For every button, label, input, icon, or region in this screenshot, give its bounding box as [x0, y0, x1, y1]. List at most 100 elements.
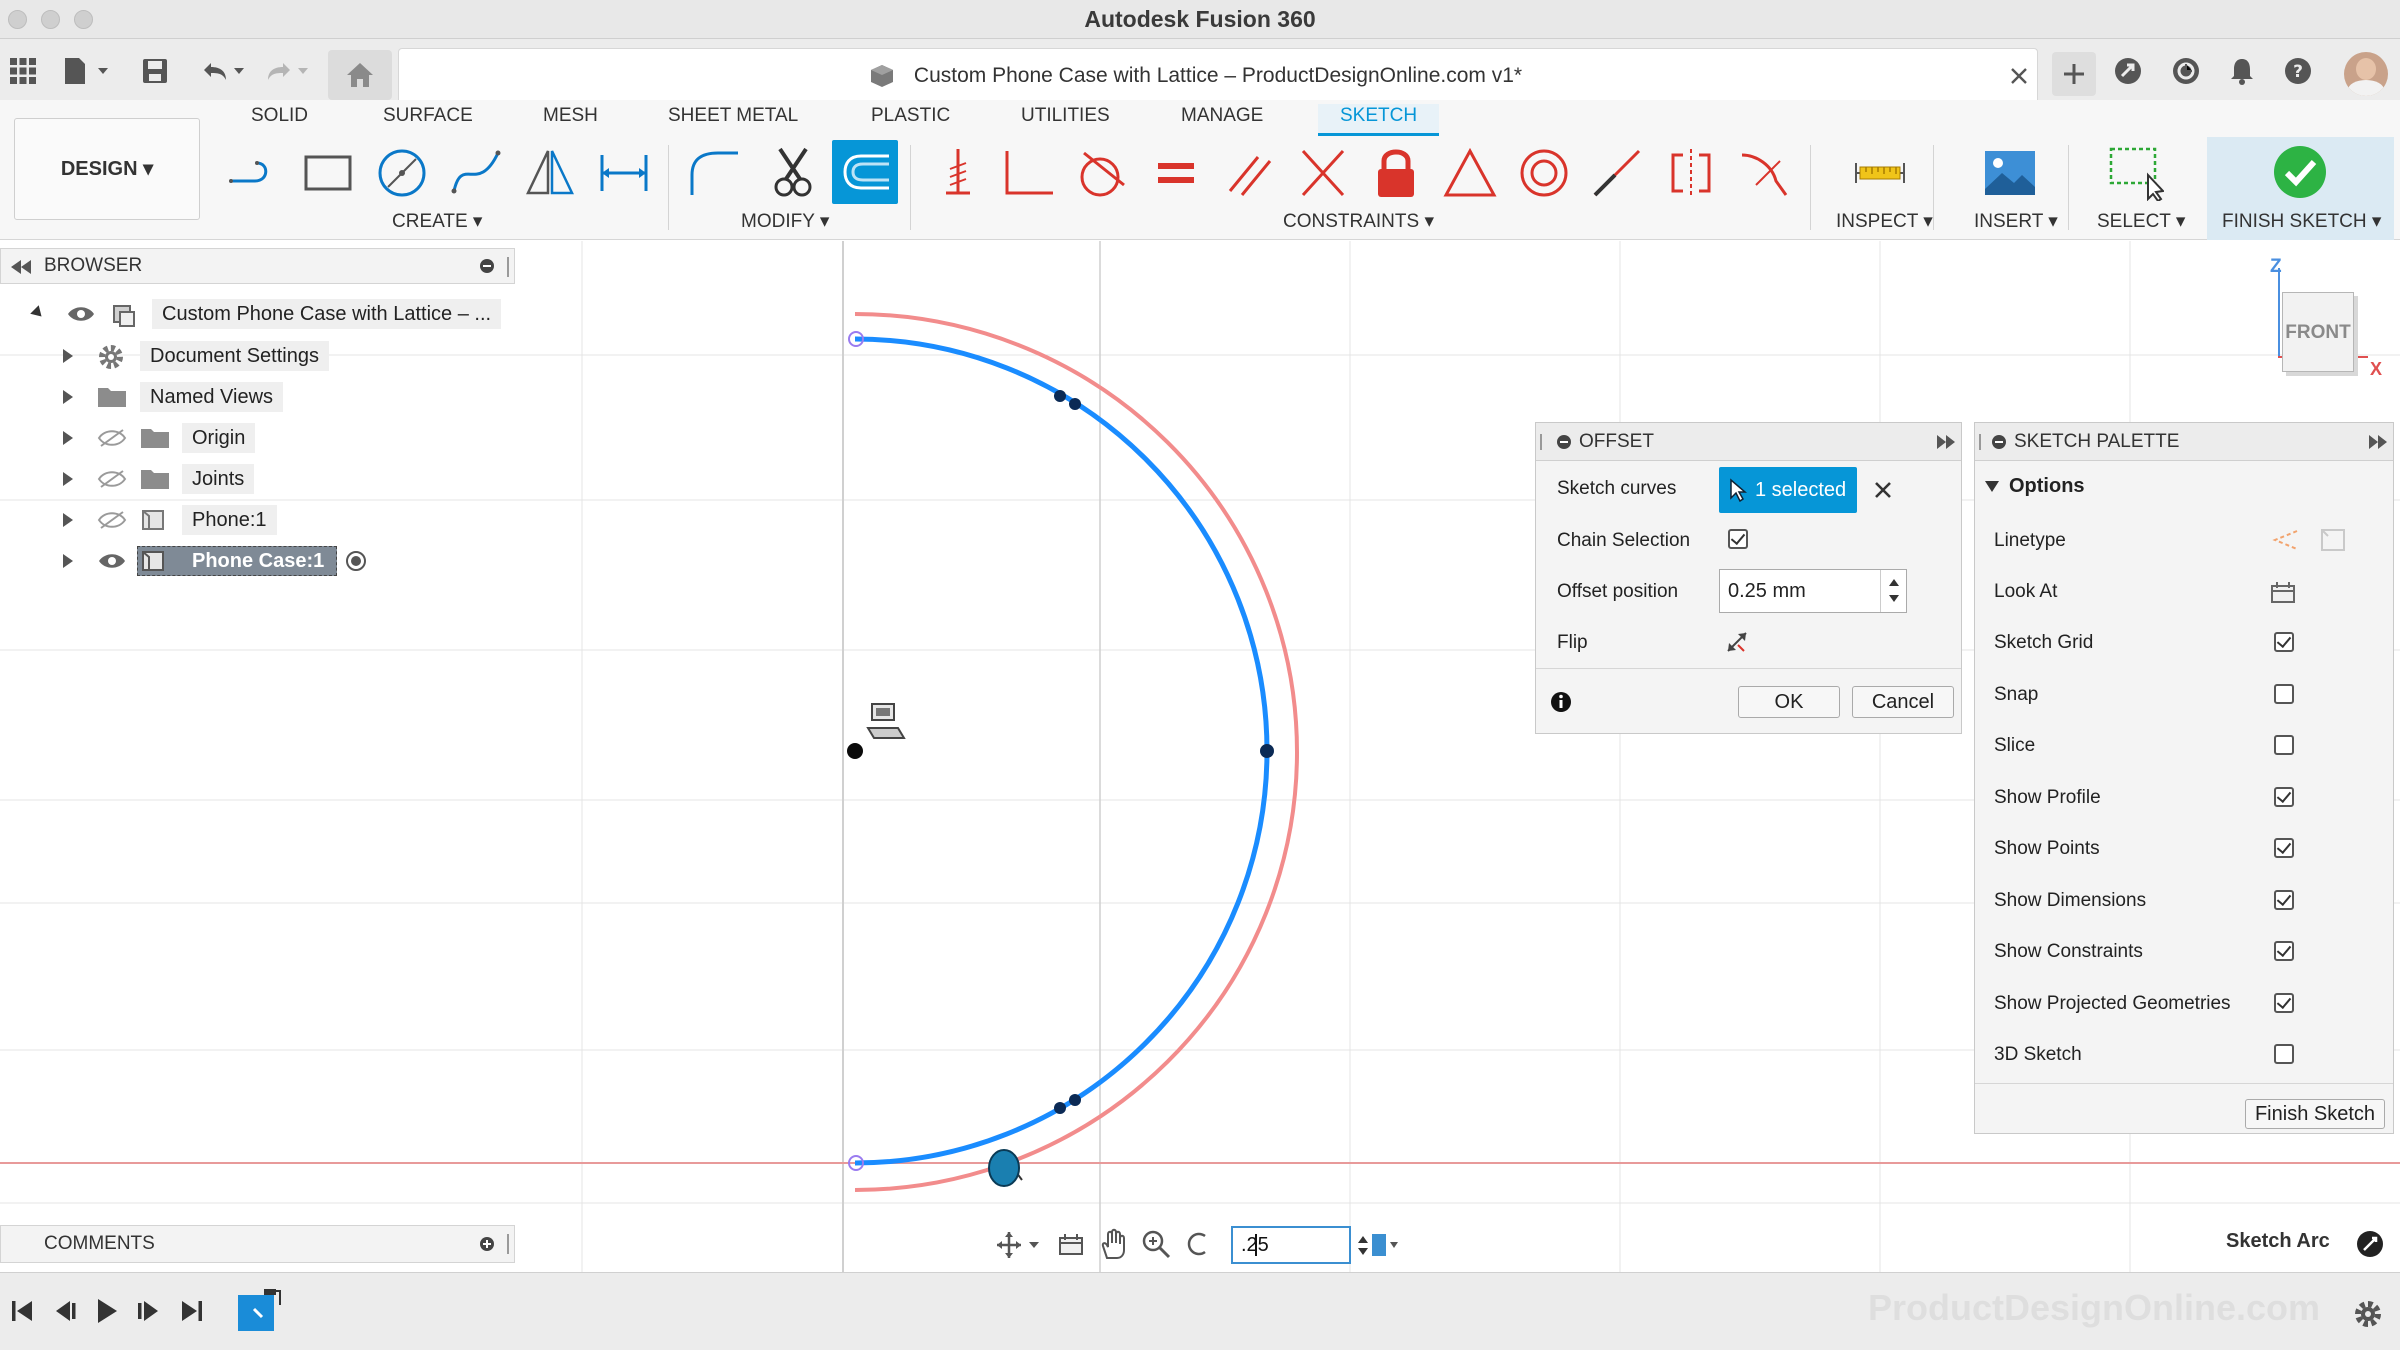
spline-tool-icon[interactable]: [448, 145, 504, 201]
3d-sketch-checkbox[interactable]: [2274, 1044, 2294, 1064]
snap-checkbox[interactable]: [2274, 684, 2294, 704]
notifications-icon[interactable]: [2227, 56, 2257, 86]
perpendicular-constraint-icon[interactable]: [1001, 145, 1057, 201]
midpoint-constraint-icon[interactable]: [1295, 145, 1351, 201]
zoom-icon[interactable]: [1141, 1229, 1171, 1259]
viewcube-front-face[interactable]: FRONT: [2282, 292, 2354, 372]
browser-item[interactable]: Document Settings: [0, 341, 515, 371]
tab-sheet-metal[interactable]: SHEET METAL: [668, 104, 798, 136]
file-menu-icon[interactable]: [62, 56, 112, 86]
sketch-curves-selection[interactable]: 1 selected: [1719, 467, 1857, 513]
hidden-eye-icon[interactable]: [97, 428, 127, 448]
tab-solid[interactable]: SOLID: [251, 104, 308, 136]
workspace-switcher[interactable]: DESIGN ▾: [14, 118, 200, 220]
fillet-tool-icon[interactable]: [686, 145, 742, 201]
app-grid-icon[interactable]: [8, 56, 38, 86]
redo-icon[interactable]: [262, 56, 312, 86]
undo-icon[interactable]: [198, 56, 248, 86]
tab-sketch[interactable]: SKETCH: [1318, 104, 1440, 136]
orbit-icon[interactable]: [995, 1230, 1041, 1260]
new-tab-button[interactable]: [2052, 52, 2096, 96]
symmetry-constraint-icon[interactable]: [1663, 145, 1719, 201]
fit-view-icon[interactable]: [1185, 1230, 1211, 1258]
save-icon[interactable]: [140, 56, 170, 86]
offset-dialog-header[interactable]: OFFSET: [1536, 423, 1961, 461]
help-icon[interactable]: ?: [2283, 56, 2313, 86]
browser-item[interactable]: Joints: [0, 464, 515, 494]
parallel-constraint-icon[interactable]: [1222, 145, 1278, 201]
expand-palette-icon[interactable]: [2369, 435, 2387, 449]
tab-manage[interactable]: MANAGE: [1181, 104, 1263, 136]
show-dimensions-checkbox[interactable]: [2274, 890, 2294, 910]
extensions-icon[interactable]: [2113, 56, 2143, 86]
info-icon[interactable]: [1550, 691, 1572, 713]
sketch-timeline-item-icon[interactable]: [234, 1285, 286, 1337]
chain-selection-checkbox[interactable]: [1728, 529, 1748, 549]
offset-position-stepper[interactable]: [1880, 570, 1906, 612]
rectangle-tool-icon[interactable]: [300, 145, 356, 201]
modify-menu[interactable]: MODIFY ▾: [741, 210, 829, 233]
show-points-checkbox[interactable]: [2274, 838, 2294, 858]
show-projected-geometries-checkbox[interactable]: [2274, 993, 2294, 1013]
close-tab-icon[interactable]: [2009, 66, 2029, 86]
browser-item-active[interactable]: Phone Case:1: [0, 546, 515, 576]
visibility-eye-icon[interactable]: [66, 304, 96, 324]
insert-image-icon[interactable]: [1982, 145, 2038, 201]
expand-arrow-icon[interactable]: [63, 349, 73, 363]
activate-radio-icon[interactable]: [345, 550, 367, 572]
show-constraints-checkbox[interactable]: [2274, 941, 2294, 961]
job-status-icon[interactable]: [2171, 56, 2201, 86]
browser-item[interactable]: Phone:1: [0, 505, 515, 535]
collinear-constraint-icon[interactable]: [1589, 145, 1645, 201]
tab-surface[interactable]: SURFACE: [383, 104, 473, 136]
tangent-constraint-icon[interactable]: [1074, 145, 1130, 201]
constraints-menu[interactable]: CONSTRAINTS ▾: [1283, 210, 1434, 233]
expand-dialog-icon[interactable]: [1937, 435, 1955, 449]
circle-tool-icon[interactable]: [374, 145, 430, 201]
home-tab[interactable]: [328, 50, 392, 100]
pan-hand-icon[interactable]: [1099, 1228, 1127, 1260]
tab-utilities[interactable]: UTILITIES: [1021, 104, 1110, 136]
finish-sketch-icon[interactable]: [2272, 144, 2328, 200]
collapse-arrow-icon[interactable]: [30, 305, 46, 321]
create-menu[interactable]: CREATE ▾: [392, 210, 482, 233]
offset-tool-button[interactable]: [832, 140, 898, 204]
browser-item[interactable]: Named Views: [0, 382, 515, 412]
expand-arrow-icon[interactable]: [63, 390, 73, 404]
coincident-constraint-icon[interactable]: [930, 145, 986, 201]
sketch-status-icon[interactable]: [2356, 1230, 2384, 1258]
cancel-button[interactable]: Cancel: [1852, 686, 1954, 718]
tab-plastic[interactable]: PLASTIC: [871, 104, 950, 136]
look-at-icon[interactable]: [2269, 579, 2297, 605]
collapse-browser-icon[interactable]: [11, 260, 31, 274]
expand-arrow-icon[interactable]: [63, 513, 73, 527]
finish-sketch-menu[interactable]: FINISH SKETCH ▾: [2222, 210, 2381, 233]
browser-minimize-icon[interactable]: [479, 258, 495, 274]
construction-linetype-icon[interactable]: [2271, 527, 2301, 553]
palette-minimize-icon[interactable]: [1991, 434, 2007, 450]
expand-arrow-icon[interactable]: [63, 472, 73, 486]
look-at-nav-icon[interactable]: [1057, 1230, 1085, 1258]
show-profile-checkbox[interactable]: [2274, 787, 2294, 807]
browser-item[interactable]: Origin: [0, 423, 515, 453]
insert-menu[interactable]: INSERT ▾: [1974, 210, 2058, 233]
sketch-grid-checkbox[interactable]: [2274, 632, 2294, 652]
sketch-palette-header[interactable]: SKETCH PALETTE: [1975, 423, 2393, 461]
mirror-tool-icon[interactable]: [522, 145, 578, 201]
sketch-dimension-icon[interactable]: [596, 145, 652, 201]
expand-arrow-icon[interactable]: [63, 554, 73, 568]
browser-root-row[interactable]: Custom Phone Case with Lattice – ...: [0, 299, 515, 329]
centerline-linetype-icon[interactable]: [2319, 527, 2347, 553]
measure-tool-icon[interactable]: [1852, 145, 1908, 201]
palette-finish-sketch-button[interactable]: Finish Sketch: [2245, 1099, 2385, 1129]
dialog-minimize-icon[interactable]: [1556, 434, 1572, 450]
hidden-eye-icon[interactable]: [97, 510, 127, 530]
play-icon[interactable]: [94, 1297, 120, 1325]
step-forward-icon[interactable]: [136, 1299, 162, 1323]
go-to-start-icon[interactable]: [10, 1299, 36, 1323]
concentric-constraint-icon[interactable]: [1516, 145, 1572, 201]
user-avatar[interactable]: [2344, 52, 2388, 96]
timeline-settings-gear-icon[interactable]: [2353, 1299, 2383, 1329]
inspect-menu[interactable]: INSPECT ▾: [1836, 210, 1933, 233]
triangle-constraint-icon[interactable]: [1442, 145, 1498, 201]
